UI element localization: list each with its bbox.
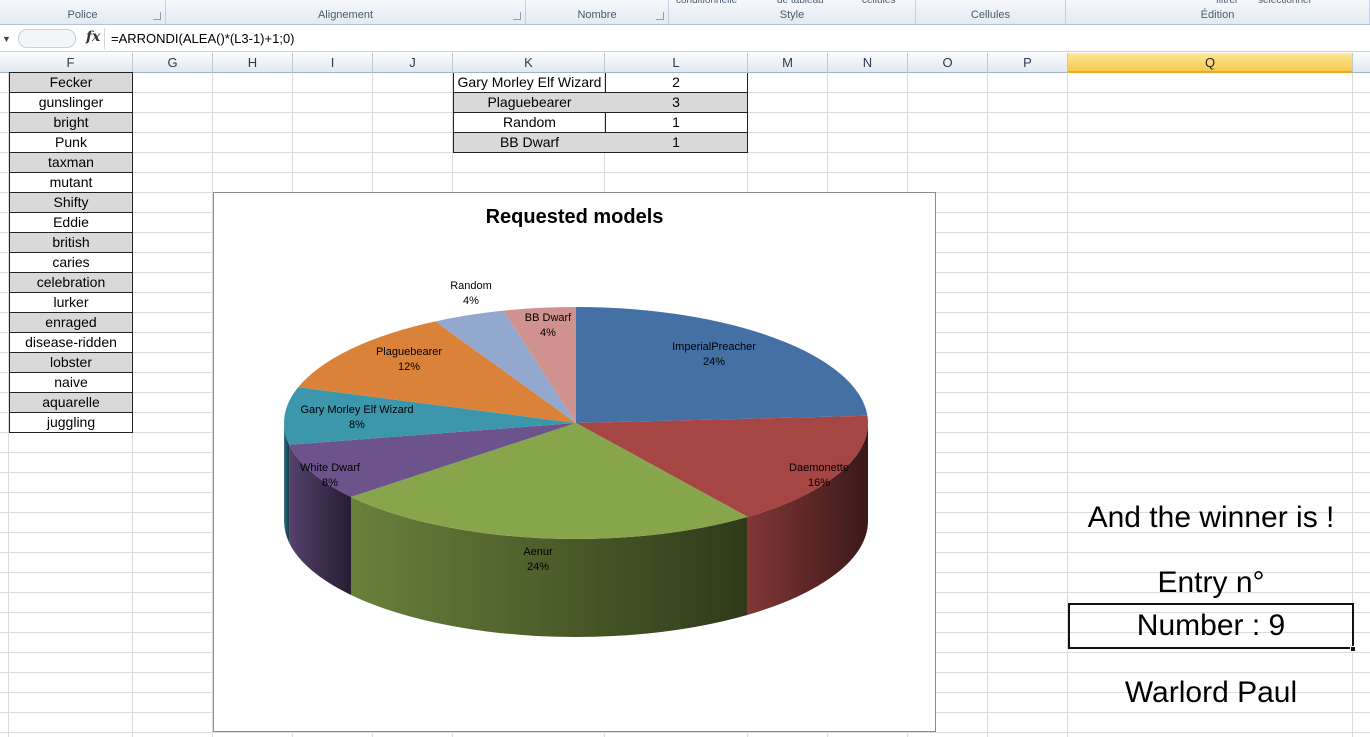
ribbon-button-label[interactable]: cellules <box>862 0 895 6</box>
slice-percent: 8% <box>349 419 365 431</box>
column-header-p[interactable]: P <box>988 53 1068 73</box>
slice-percent: 24% <box>527 561 549 573</box>
column-header-j[interactable]: J <box>373 53 453 73</box>
ribbon-button-label[interactable]: filtrer <box>1216 0 1238 6</box>
dialog-launcher-icon[interactable] <box>513 12 521 20</box>
column-f-cell[interactable]: lobster <box>9 353 133 373</box>
model-count-cell[interactable]: 2 <box>605 73 748 93</box>
column-header-g[interactable]: G <box>133 53 213 73</box>
column-f-cell[interactable]: lurker <box>9 293 133 313</box>
name-box[interactable] <box>18 29 76 48</box>
selected-number-cell[interactable]: Number : 9 <box>1068 603 1354 649</box>
ribbon-group-label: Style <box>779 9 805 21</box>
winner-name: Warlord Paul <box>1124 676 1298 709</box>
ribbon-group-police: Police <box>0 0 166 24</box>
column-header-k[interactable]: K <box>453 53 605 73</box>
column-header-m[interactable]: M <box>748 53 828 73</box>
fill-handle[interactable] <box>1350 646 1356 652</box>
ribbon-group-alignement: Alignement <box>166 0 526 24</box>
model-name-cell[interactable]: Plaguebearer <box>453 93 606 113</box>
formula-bar: ▼ fx =ARRONDI(ALEA()*(L3-1)+1;0) <box>0 26 1370 52</box>
model-name-cell[interactable]: Gary Morley Elf Wizard <box>453 73 606 93</box>
model-count-cell[interactable]: 1 <box>605 113 748 133</box>
dialog-launcher-icon[interactable] <box>656 12 664 20</box>
slice-percent: 4% <box>463 295 479 307</box>
column-f-cell[interactable]: disease-ridden <box>9 333 133 353</box>
column-f-cell[interactable]: bright <box>9 113 133 133</box>
model-name-cell[interactable]: Random <box>453 113 606 133</box>
formula-input[interactable]: =ARRONDI(ALEA()*(L3-1)+1;0) <box>104 28 1366 49</box>
column-header-h[interactable]: H <box>213 53 293 73</box>
slice-label: Plaguebearer <box>376 346 442 358</box>
name-box-dropdown-icon[interactable]: ▼ <box>2 34 11 44</box>
ribbon-group-label: Police <box>67 9 98 21</box>
insert-function-icon[interactable]: fx <box>86 29 100 45</box>
slice-percent: 24% <box>703 356 725 368</box>
column-f-cell[interactable]: caries <box>9 253 133 273</box>
column-header-n[interactable]: N <box>828 53 908 73</box>
pie-top-faces <box>284 307 868 539</box>
model-count-cell[interactable]: 3 <box>605 93 748 113</box>
ribbon-group-nombre: Nombre <box>526 0 669 24</box>
slice-percent: 8% <box>322 477 338 489</box>
slice-percent: 16% <box>808 477 830 489</box>
model-name-cell[interactable]: BB Dwarf <box>453 133 606 153</box>
ribbon-group-cellules: Cellules <box>916 0 1066 24</box>
pie-chart-plot: ImperialPreacher 24% Daemonette 16% Aenur 24%… <box>284 280 868 637</box>
slice-label: White Dwarf <box>300 462 361 474</box>
column-f-cell[interactable]: enraged <box>9 313 133 333</box>
pie-chart[interactable]: Requested models ImperialPreacher 24% Daem… <box>213 192 936 732</box>
entry-label: Entry n° <box>1157 566 1265 599</box>
column-f-cell[interactable]: celebration <box>9 273 133 293</box>
ribbon-group-label: Édition <box>1200 9 1235 21</box>
slice-label: Aenur <box>523 546 553 558</box>
ribbon-button-label[interactable]: sélectionner <box>1258 0 1312 6</box>
column-f-cell[interactable]: Shifty <box>9 193 133 213</box>
column-header-f[interactable]: F <box>9 53 133 73</box>
column-f-cell[interactable]: naive <box>9 373 133 393</box>
column-f-cell[interactable]: juggling <box>9 413 133 433</box>
model-count-cell[interactable]: 1 <box>605 133 748 153</box>
column-f-cell[interactable]: Eddie <box>9 213 133 233</box>
slice-percent: 4% <box>540 327 556 339</box>
column-header-o[interactable]: O <box>908 53 988 73</box>
gridline <box>987 73 988 737</box>
slice-label: BB Dwarf <box>525 312 572 324</box>
ribbon-group-labels: Police Alignement Nombre Style Cellules Éditi… <box>0 0 1370 25</box>
column-f-cell[interactable]: Punk <box>9 133 133 153</box>
ribbon-group-label: Nombre <box>577 9 617 21</box>
column-f-cell[interactable]: aquarelle <box>9 393 133 413</box>
slice-label: Gary Morley Elf Wizard <box>300 404 413 416</box>
column-headers: FGHIJKLMNOPQ <box>0 53 1370 73</box>
slice-label: Random <box>450 280 492 292</box>
ribbon-group-label: Cellules <box>970 9 1011 21</box>
column-header-i[interactable]: I <box>293 53 373 73</box>
ribbon-button-label[interactable]: de tableau <box>777 0 824 6</box>
slice-percent: 12% <box>398 361 420 373</box>
slice-label: ImperialPreacher <box>672 341 756 353</box>
ribbon-group-label: Alignement <box>317 9 374 21</box>
slice-label: Daemonette <box>789 462 849 474</box>
column-f-cell[interactable]: mutant <box>9 173 133 193</box>
ribbon-button-label[interactable]: conditionnelle <box>676 0 737 6</box>
column-f-cell[interactable]: taxman <box>9 153 133 173</box>
column-header-q[interactable]: Q <box>1068 53 1353 73</box>
column-f-cell[interactable]: gunslinger <box>9 93 133 113</box>
column-f-cell[interactable]: Fecker <box>9 72 133 93</box>
winner-heading: And the winner is ! <box>1087 501 1335 534</box>
column-f-cell[interactable]: british <box>9 233 133 253</box>
dialog-launcher-icon[interactable] <box>153 12 161 20</box>
column-header-l[interactable]: L <box>605 53 748 73</box>
